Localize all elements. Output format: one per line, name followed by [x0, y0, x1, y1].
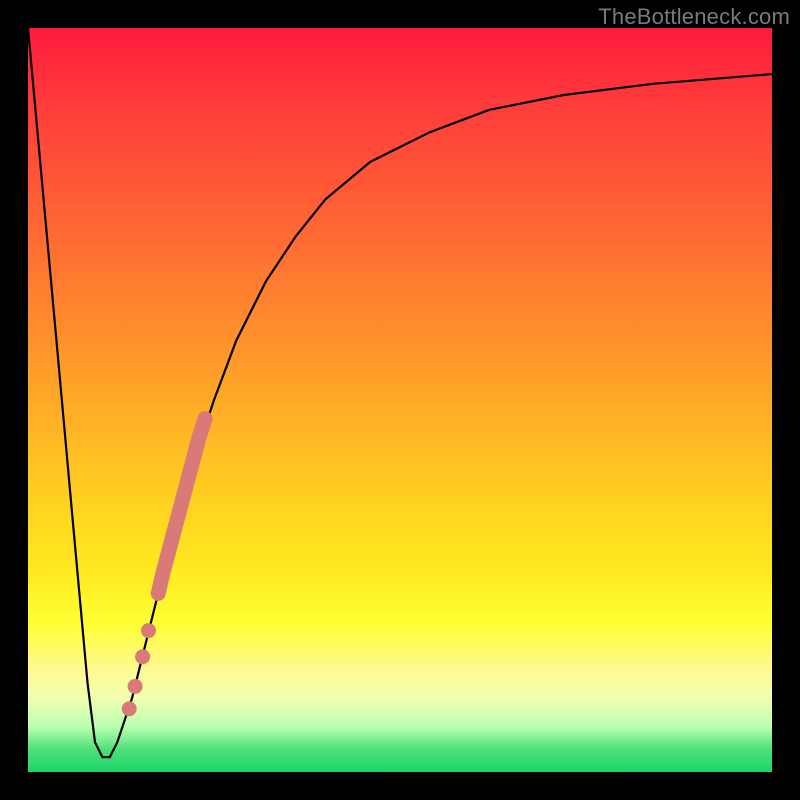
watermark-text: TheBottleneck.com — [598, 4, 790, 30]
dot-4 — [122, 701, 137, 716]
chart-frame: TheBottleneck.com — [0, 0, 800, 800]
marker-group — [122, 419, 205, 717]
dot-2 — [135, 649, 150, 664]
dot-3 — [128, 679, 143, 694]
highlight-segment — [158, 419, 205, 594]
bottleneck-curve — [28, 28, 772, 757]
curve-layer — [28, 28, 772, 772]
plot-area — [28, 28, 772, 772]
dot-1 — [141, 623, 156, 638]
